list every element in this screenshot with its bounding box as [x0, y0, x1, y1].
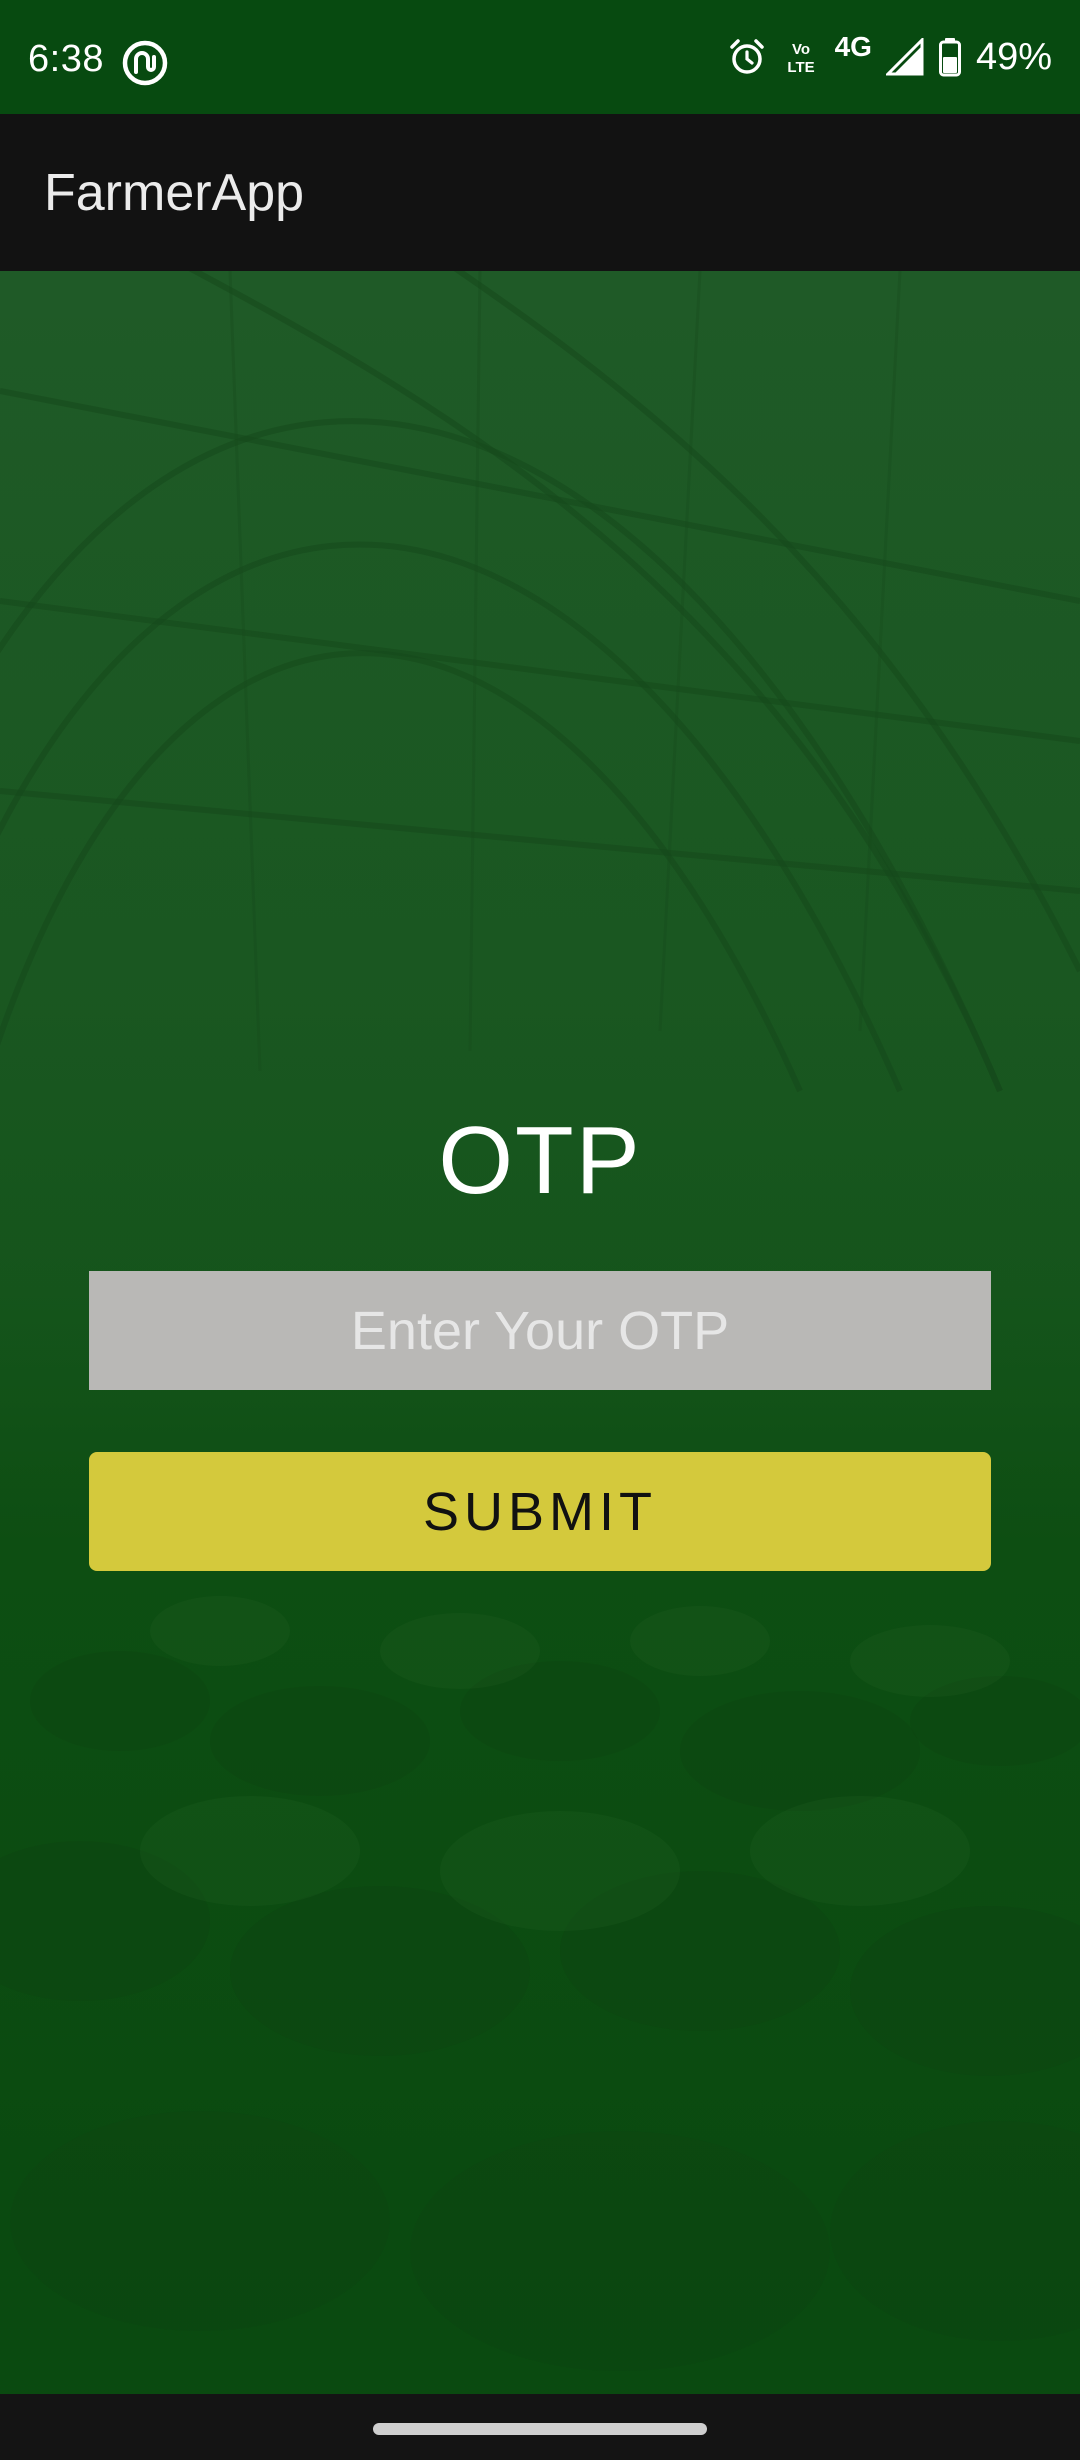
otp-input[interactable]	[89, 1271, 991, 1390]
battery-icon	[938, 38, 961, 77]
screen: 6:38 Vo LTE 4G 49% FarmerApp OTP Enter Y…	[0, 0, 1080, 2460]
status-time: 6:38	[28, 38, 104, 80]
alarm-icon	[729, 39, 764, 74]
submit-button-label: SUBMIT	[422, 1481, 657, 1542]
status-icons: Vo LTE 4G 49%	[727, 31, 1052, 80]
network-4g-icon: 4G	[834, 31, 872, 62]
loop-logo-icon	[122, 40, 168, 86]
signal-icon	[885, 38, 924, 76]
otp-content: OTP SUBMIT	[0, 271, 1080, 2394]
svg-text:Vo: Vo	[792, 41, 810, 58]
otp-heading: OTP	[438, 1107, 642, 1214]
app-bar: FarmerApp	[0, 114, 1080, 271]
home-gesture-handle[interactable]	[373, 2423, 707, 2435]
volte-icon: Vo LTE	[787, 41, 814, 76]
submit-button[interactable]: SUBMIT	[89, 1452, 991, 1571]
app-title: FarmerApp	[44, 163, 305, 222]
battery-percent: 49%	[975, 35, 1052, 78]
svg-text:LTE: LTE	[787, 59, 814, 76]
navigation-bar	[0, 2394, 1080, 2460]
status-bar: 6:38 Vo LTE 4G 49%	[0, 0, 1080, 114]
